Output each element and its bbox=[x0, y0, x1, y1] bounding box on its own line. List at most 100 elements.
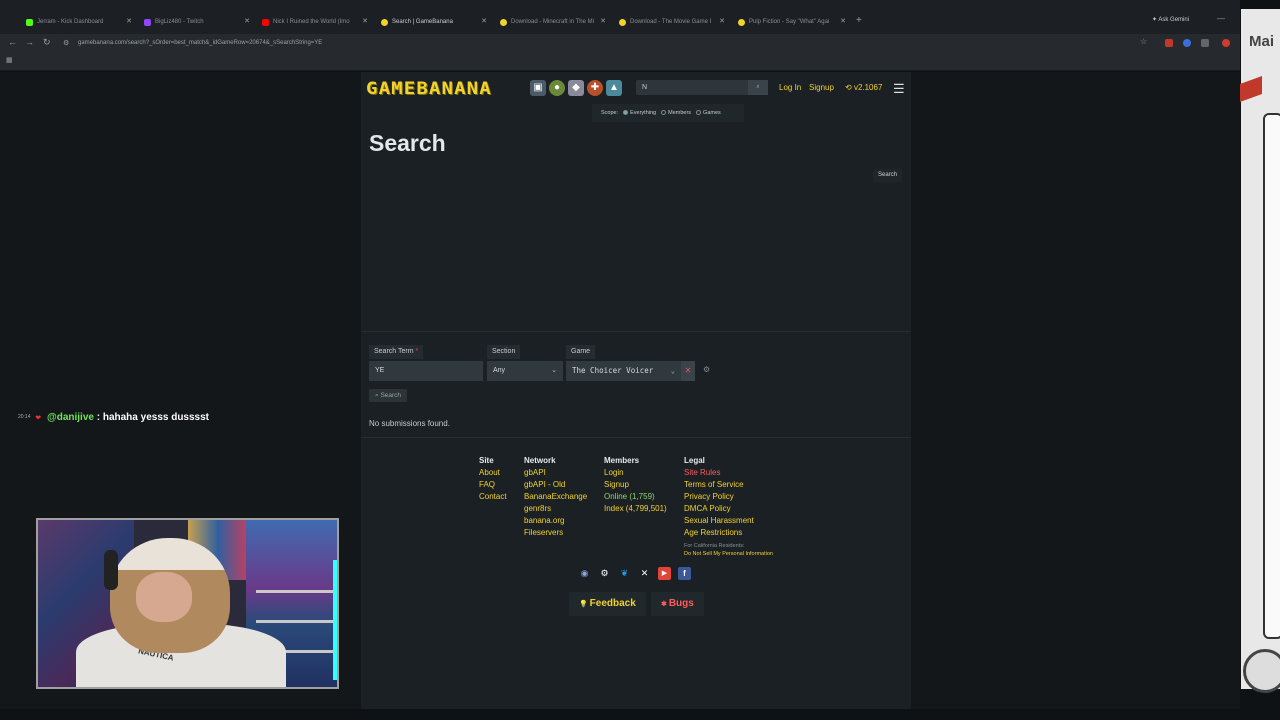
tab-label: BigLiz480 - Twitch bbox=[155, 19, 204, 25]
bluesky-icon[interactable]: ❦ bbox=[618, 567, 631, 580]
game-icon[interactable]: ● bbox=[549, 80, 565, 96]
url-text[interactable]: gamebanana.com/search?_sOrder=best_match… bbox=[78, 40, 322, 46]
site-info-icon[interactable]: ⚙ bbox=[63, 39, 69, 47]
options-gear-icon[interactable]: ⚙ bbox=[703, 365, 710, 374]
footer-heading: Network bbox=[524, 456, 556, 465]
footer-link-banana-org[interactable]: banana.org bbox=[524, 515, 587, 527]
extension-icon[interactable] bbox=[1183, 39, 1191, 47]
footer-link-harassment[interactable]: Sexual Harassment bbox=[684, 515, 773, 527]
search-submit-label: Search bbox=[380, 392, 402, 399]
facebook-icon[interactable]: f bbox=[678, 567, 691, 580]
footer-link-genr8rs[interactable]: genr8rs bbox=[524, 503, 587, 515]
tab-close-icon[interactable]: ✕ bbox=[362, 17, 368, 25]
footer-link-gbapi[interactable]: gbAPI bbox=[524, 467, 587, 479]
forward-icon[interactable]: → bbox=[25, 37, 34, 47]
search-term-value: YE bbox=[375, 367, 385, 374]
scope-option-everything[interactable]: Everything bbox=[623, 110, 656, 116]
version-badge[interactable]: ⟲ v2.1067 bbox=[845, 83, 882, 92]
shelf bbox=[256, 590, 336, 593]
tab-gamebanana-search[interactable]: Search | GameBanana ✕ bbox=[381, 14, 487, 30]
streamer-face bbox=[136, 572, 192, 622]
ask-gemini-button[interactable]: ✦ Ask Gemini bbox=[1152, 16, 1189, 23]
new-tab-icon[interactable]: + bbox=[856, 15, 862, 26]
footer-link-faq[interactable]: FAQ bbox=[479, 479, 507, 491]
header-search-input[interactable]: N ⌕ bbox=[636, 80, 768, 95]
search-scope-dropdown: Scope: Everything Members Games bbox=[592, 104, 744, 122]
scope-option-games[interactable]: Games bbox=[696, 110, 721, 116]
tab-label: Download - The Movie Game I bbox=[630, 19, 712, 25]
extension-icon[interactable] bbox=[1201, 39, 1209, 47]
profile-icon[interactable] bbox=[1222, 39, 1230, 47]
tab-close-icon[interactable]: ✕ bbox=[600, 17, 606, 25]
search-submit-button[interactable]: ⌕ Search bbox=[369, 389, 408, 402]
tab-youtube[interactable]: Nick I Ruined the World (Imo ✕ bbox=[262, 14, 368, 30]
scope-option-members[interactable]: Members bbox=[661, 110, 691, 116]
browser-tab-bar: Jerram - Kick Dashboard ✕ BigLiz480 - Tw… bbox=[0, 0, 1240, 34]
tab-close-icon[interactable]: ✕ bbox=[840, 17, 846, 25]
tab-close-icon[interactable]: ✕ bbox=[126, 17, 132, 25]
tab-close-icon[interactable]: ✕ bbox=[244, 17, 250, 25]
tab-close-icon[interactable]: ✕ bbox=[719, 17, 725, 25]
tab-download-movie-game[interactable]: Download - The Movie Game I ✕ bbox=[619, 14, 725, 30]
discord-icon[interactable]: ◉ bbox=[578, 567, 591, 580]
footer-heading: Site bbox=[479, 456, 494, 465]
footer-link-gbapi-old[interactable]: gbAPI - Old bbox=[524, 479, 587, 491]
footer-link-terms[interactable]: Terms of Service bbox=[684, 479, 773, 491]
scope-option-label: Games bbox=[703, 110, 721, 116]
adjacent-circle-button[interactable] bbox=[1243, 649, 1280, 693]
tab-twitch[interactable]: BigLiz480 - Twitch ✕ bbox=[144, 14, 250, 30]
gamebanana-logo[interactable]: GAMEBANANA bbox=[366, 79, 492, 99]
tab-kick-dashboard[interactable]: Jerram - Kick Dashboard ✕ bbox=[26, 14, 132, 30]
footer-link-site-rules[interactable]: Site Rules bbox=[684, 467, 773, 479]
footer-link-online[interactable]: Online (1,759) bbox=[604, 491, 667, 503]
menu-hamburger-icon[interactable]: ☰ bbox=[893, 81, 905, 97]
clear-game-icon[interactable]: ✕ bbox=[681, 361, 695, 381]
footer-link-about[interactable]: About bbox=[479, 467, 507, 479]
youtube-icon[interactable]: ▶ bbox=[658, 567, 671, 580]
radio-icon bbox=[696, 110, 702, 116]
steam-icon[interactable]: ⚙ bbox=[598, 567, 611, 580]
bugs-button[interactable]: ✱ Bugs bbox=[651, 592, 704, 616]
x-icon[interactable]: ✕ bbox=[638, 567, 651, 580]
back-icon[interactable]: ← bbox=[8, 37, 17, 47]
feedback-button[interactable]: 💡 Feedback bbox=[569, 592, 646, 616]
footer-link-dmca[interactable]: DMCA Policy bbox=[684, 503, 773, 515]
header-search-icon[interactable]: ⌕ bbox=[748, 80, 768, 95]
divider bbox=[361, 331, 911, 332]
game-value: The Choicer Voicer bbox=[572, 366, 654, 375]
tab-download-minecraft[interactable]: Download - Minecraft in The Mi ✕ bbox=[500, 14, 606, 30]
extension-icon[interactable] bbox=[1165, 39, 1173, 47]
game-select[interactable]: The Choicer Voicer ⌄ bbox=[566, 361, 681, 381]
footer-link-fileservers[interactable]: Fileservers bbox=[524, 527, 587, 539]
search-term-label-text: Search Term bbox=[374, 348, 414, 355]
footer-link-contact[interactable]: Contact bbox=[479, 491, 507, 503]
game-icon[interactable]: ✚ bbox=[587, 80, 603, 96]
adjacent-window-title: Mai bbox=[1249, 33, 1275, 50]
section-select[interactable]: Any ⌄ bbox=[487, 361, 563, 381]
footer-link-login[interactable]: Login bbox=[604, 467, 667, 479]
do-not-sell-link[interactable]: Do Not Sell My Personal Information bbox=[684, 550, 773, 558]
search-term-input[interactable]: YE bbox=[369, 361, 483, 381]
reload-icon[interactable]: ↻ bbox=[43, 37, 51, 48]
led-light bbox=[333, 560, 337, 680]
game-icon[interactable]: ▲ bbox=[606, 80, 622, 96]
minimize-icon[interactable]: — bbox=[1217, 14, 1225, 23]
footer-link-privacy[interactable]: Privacy Policy bbox=[684, 491, 773, 503]
chat-username: @danijive bbox=[46, 412, 94, 423]
footer-link-signup[interactable]: Signup bbox=[604, 479, 667, 491]
signup-link[interactable]: Signup bbox=[809, 83, 834, 92]
login-link[interactable]: Log In bbox=[779, 83, 801, 92]
game-icon[interactable]: ▣ bbox=[530, 80, 546, 96]
footer-site: Site About FAQ Contact bbox=[479, 455, 507, 503]
tab-close-icon[interactable]: ✕ bbox=[481, 17, 487, 25]
footer-link-index[interactable]: Index (4,799,501) bbox=[604, 503, 667, 515]
search-tab-button[interactable]: Search bbox=[873, 169, 903, 182]
bookmark-star-icon[interactable]: ☆ bbox=[1140, 37, 1147, 46]
footer-link-bananaexchange[interactable]: BananaExchange bbox=[524, 491, 587, 503]
tab-pulp-fiction[interactable]: Pulp Fiction - Say "What" Agai ✕ bbox=[738, 14, 846, 30]
page-title: Search bbox=[369, 130, 446, 156]
apps-grid-icon[interactable]: ▦ bbox=[6, 56, 13, 64]
game-icon[interactable]: ◆ bbox=[568, 80, 584, 96]
search-term-label: Search Term * bbox=[369, 345, 424, 359]
footer-link-age[interactable]: Age Restrictions bbox=[684, 527, 773, 539]
